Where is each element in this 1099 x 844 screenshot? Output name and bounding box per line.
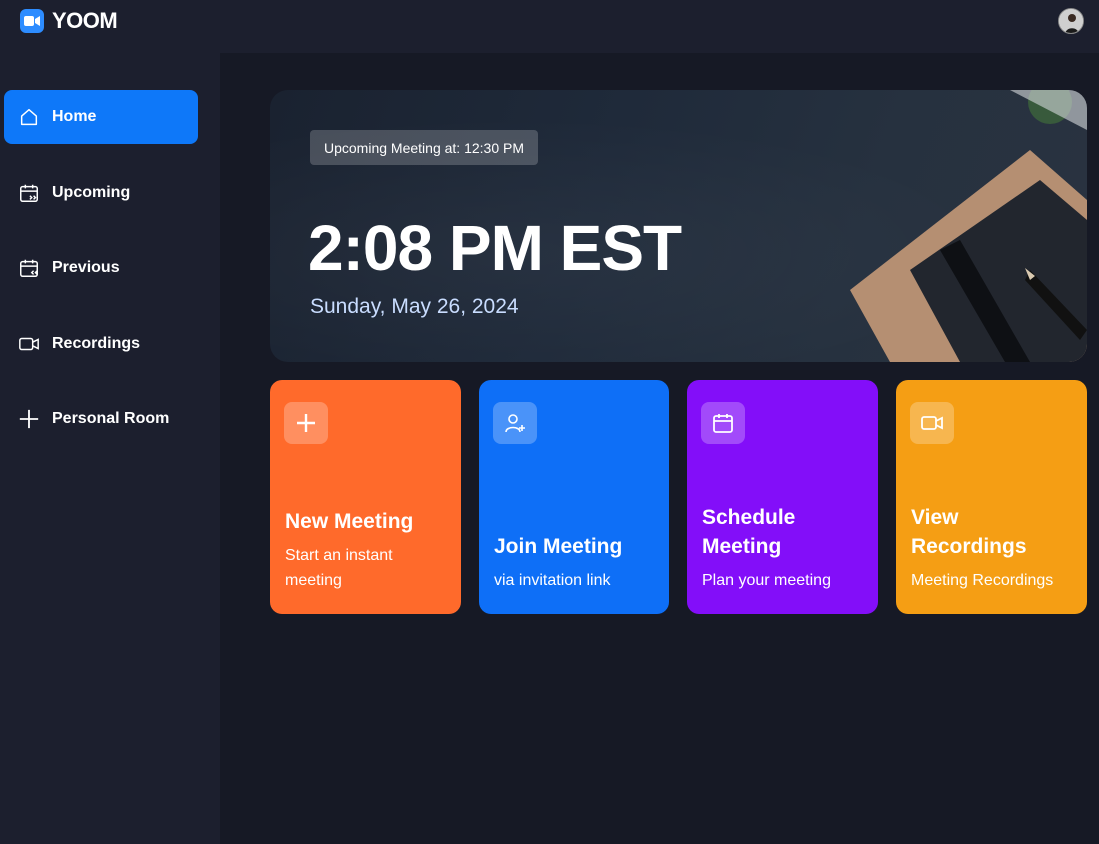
card-title: Join Meeting <box>494 535 623 558</box>
sidebar-item-label: Personal Room <box>52 410 170 427</box>
current-date: Sunday, May 26, 2024 <box>310 295 519 318</box>
current-time: 2:08 PM EST <box>308 212 682 284</box>
join-meeting-card[interactable]: Join Meeting via invitation link <box>479 380 669 614</box>
new-meeting-card[interactable]: New Meeting Start an instant meeting <box>270 380 461 614</box>
logo-icon <box>20 9 44 33</box>
user-avatar[interactable] <box>1058 8 1084 34</box>
sidebar-item-recordings[interactable]: Recordings <box>4 317 198 371</box>
calendar-upcoming-icon <box>18 182 40 204</box>
sidebar-item-previous[interactable]: Previous <box>4 241 198 295</box>
app-logo[interactable]: YOOM <box>20 8 118 34</box>
home-icon <box>18 106 40 128</box>
sidebar-item-label: Home <box>52 108 97 125</box>
card-subtitle: Start an instant <box>285 547 393 564</box>
sidebar-item-personal-room[interactable]: Personal Room <box>4 392 198 446</box>
calendar-icon <box>701 402 745 444</box>
video-icon <box>18 333 40 355</box>
card-subtitle: via invitation link <box>494 572 611 589</box>
card-subtitle: meeting <box>285 572 342 589</box>
notebook-illustration <box>850 90 1087 362</box>
plus-icon <box>18 408 40 430</box>
view-recordings-card[interactable]: View Recordings Meeting Recordings <box>896 380 1087 614</box>
card-title: New Meeting <box>285 510 414 533</box>
plus-icon <box>284 402 328 444</box>
hero-banner: Upcoming Meeting at: 12:30 PM 2:08 PM ES… <box>270 90 1087 362</box>
add-user-icon <box>493 402 537 444</box>
top-navbar: YOOM <box>0 0 1099 53</box>
card-title: Meeting <box>702 535 782 558</box>
card-title: View <box>911 506 959 529</box>
card-subtitle: Plan your meeting <box>702 572 831 589</box>
calendar-previous-icon <box>18 257 40 279</box>
sidebar-item-label: Previous <box>52 259 120 276</box>
sidebar-item-home[interactable]: Home <box>4 90 198 144</box>
card-title: Recordings <box>911 535 1027 558</box>
schedule-meeting-card[interactable]: Schedule Meeting Plan your meeting <box>687 380 878 614</box>
upcoming-meeting-badge: Upcoming Meeting at: 12:30 PM <box>310 130 538 165</box>
card-subtitle: Meeting Recordings <box>911 572 1054 589</box>
sidebar-item-label: Recordings <box>52 335 141 352</box>
app-name: YOOM <box>52 8 118 33</box>
video-icon <box>910 402 954 444</box>
sidebar-item-upcoming[interactable]: Upcoming <box>4 166 198 220</box>
card-title: Schedule <box>702 506 796 529</box>
sidebar-item-label: Upcoming <box>52 184 131 201</box>
